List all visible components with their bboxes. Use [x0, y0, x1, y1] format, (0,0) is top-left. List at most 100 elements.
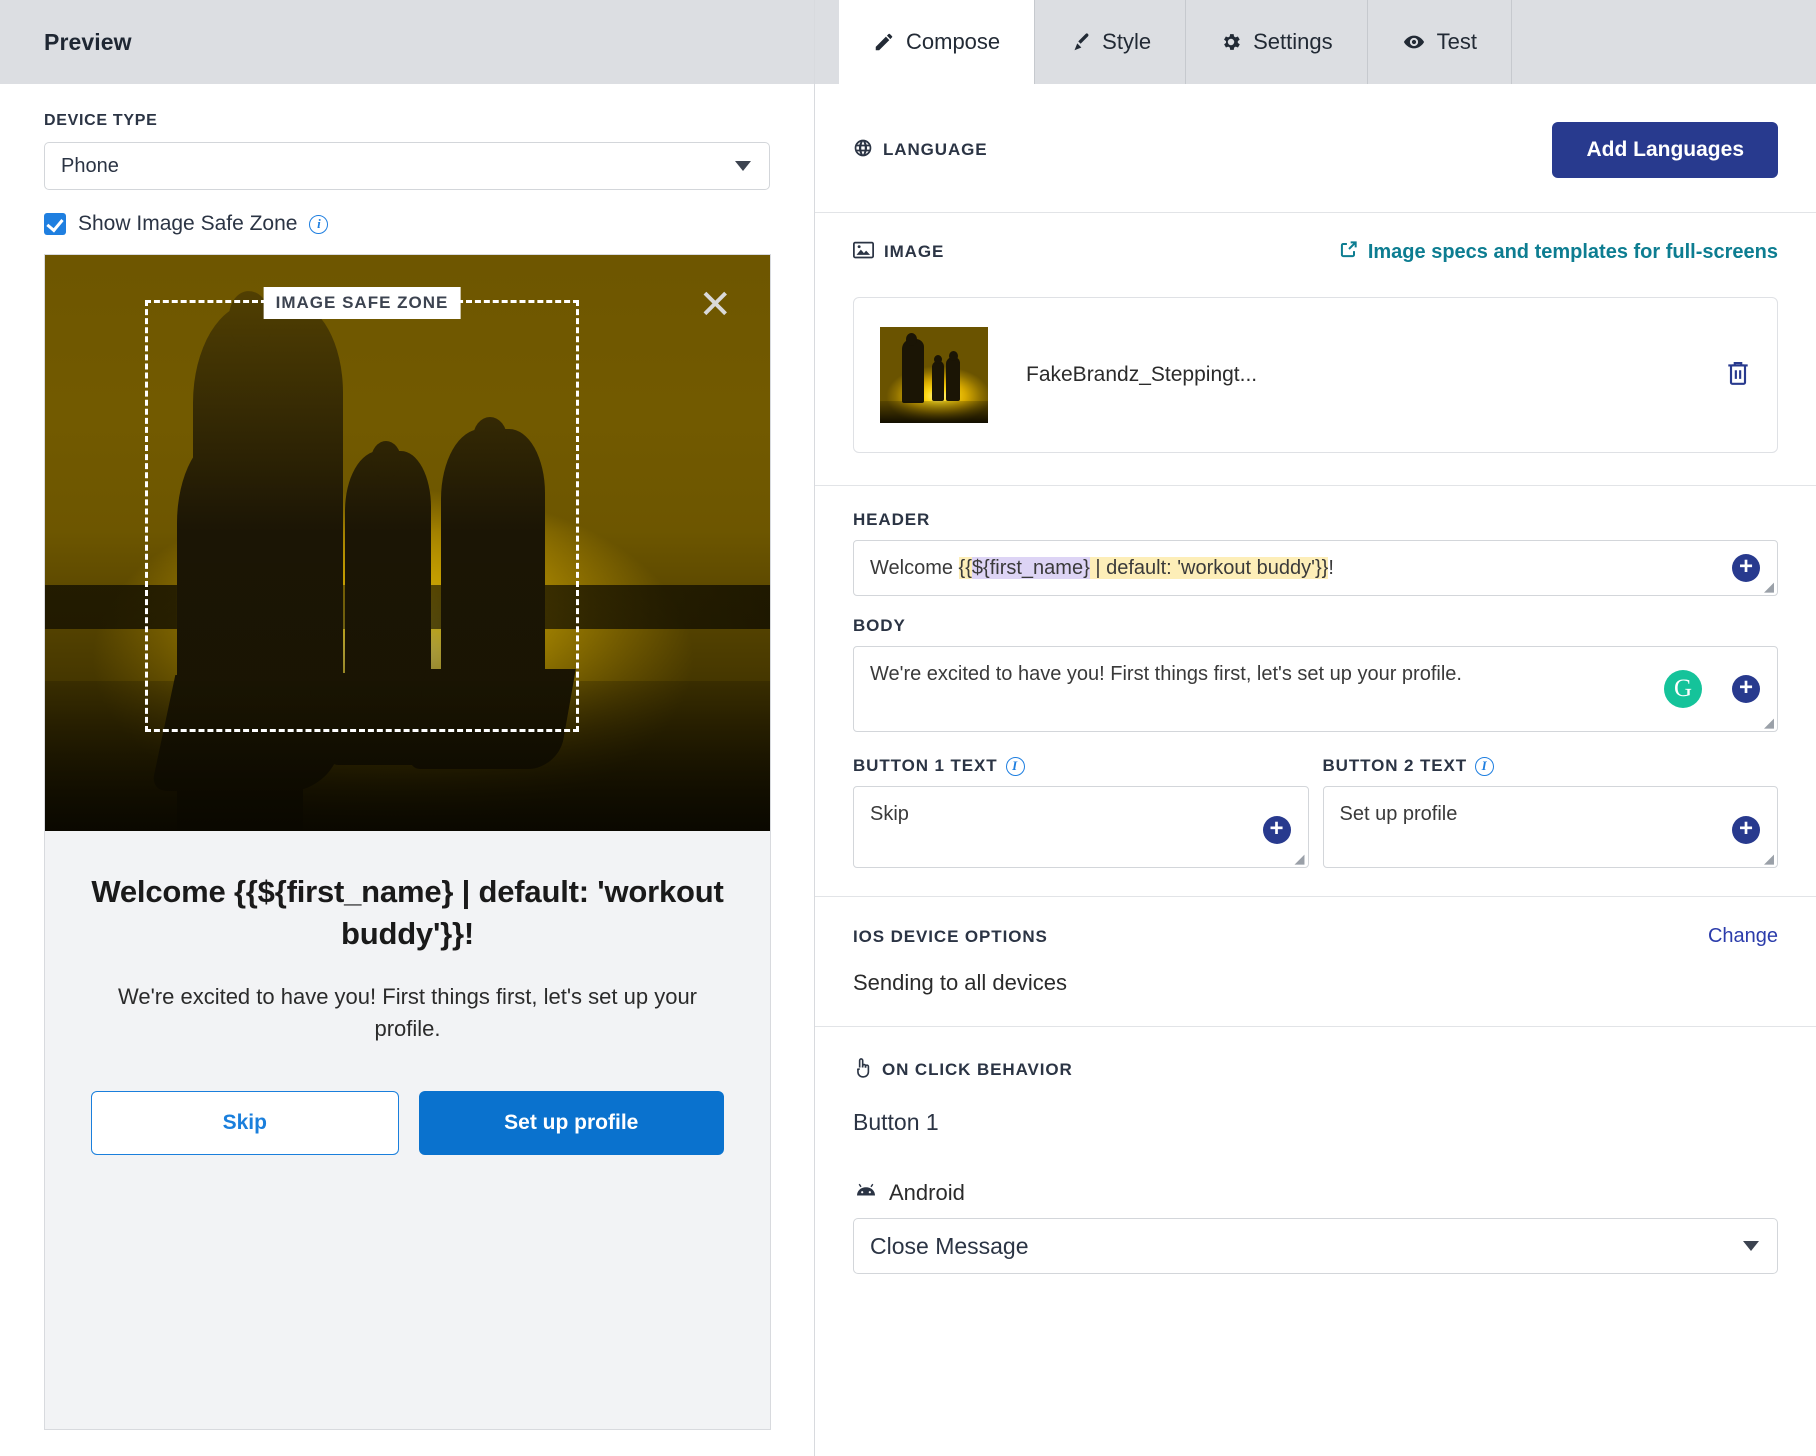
close-icon[interactable]: ✕ — [698, 285, 732, 325]
resize-handle[interactable]: ◢ — [1764, 580, 1774, 593]
header-liquid-open: {{ — [959, 557, 972, 579]
preview-panel: Preview DEVICE TYPE Phone Show Image Saf… — [0, 0, 815, 1456]
page-title: Preview — [44, 29, 132, 56]
image-asset-card[interactable]: FakeBrandz_Steppingt... — [853, 297, 1778, 453]
phone-preview: IMAGE SAFE ZONE ✕ Welcome {{${first_name… — [44, 254, 771, 1430]
plus-circle-icon[interactable]: + — [1732, 554, 1760, 582]
link-label: Image specs and templates for full-scree… — [1368, 241, 1778, 264]
preview-controls: DEVICE TYPE Phone Show Image Safe Zone i — [0, 84, 814, 254]
show-safe-zone-row[interactable]: Show Image Safe Zone i — [44, 212, 770, 236]
header-input-value: Welcome {{${first_name} | default: 'work… — [854, 541, 1777, 595]
show-safe-zone-label: Show Image Safe Zone — [78, 212, 297, 236]
image-safe-zone-overlay: IMAGE SAFE ZONE — [145, 300, 579, 732]
on-click-button-label: Button 1 — [853, 1109, 1778, 1136]
tab-compose[interactable]: Compose — [839, 0, 1035, 84]
preview-message-body: Welcome {{${first_name} | default: 'work… — [45, 831, 770, 1155]
tabs-leading-spacer — [815, 0, 839, 84]
button1-input-wrap: Skip ◢ + — [853, 786, 1309, 868]
header-input[interactable]: Welcome {{${first_name} | default: 'work… — [853, 540, 1778, 596]
button2-field-label: BUTTON 2 TEXT i — [1323, 756, 1779, 776]
header-text-suffix: ! — [1328, 557, 1334, 579]
section-title-label: LANGUAGE — [883, 140, 987, 160]
language-section-title: LANGUAGE — [853, 138, 987, 163]
device-type-value: Phone — [61, 155, 119, 178]
info-icon[interactable]: i — [1475, 757, 1494, 776]
plus-circle-icon[interactable]: + — [1263, 816, 1291, 844]
device-type-label: DEVICE TYPE — [44, 112, 770, 130]
paintbrush-icon — [1069, 31, 1091, 53]
tab-test[interactable]: Test — [1368, 0, 1512, 84]
button2-field: BUTTON 2 TEXT i Set up profile ◢ + — [1323, 756, 1779, 868]
platform-label: Android — [889, 1180, 965, 1206]
image-header-row: IMAGE Image specs and templates for full… — [853, 239, 1778, 265]
preview-panel-header: Preview — [0, 0, 814, 84]
button1-field-label: BUTTON 1 TEXT i — [853, 756, 1309, 776]
body-input-wrap: We're excited to have you! First things … — [853, 646, 1778, 732]
preview-message-buttons: Skip Set up profile — [91, 1091, 724, 1155]
chevron-down-icon — [1743, 1241, 1759, 1251]
on-click-behavior-title: ON CLICK BEHAVIOR — [853, 1057, 1778, 1083]
tab-label: Settings — [1253, 29, 1333, 55]
editor-tabs: Compose Style Settings — [815, 0, 1816, 84]
body-input-value: We're excited to have you! First things … — [854, 647, 1777, 701]
on-click-action-select[interactable]: Close Message — [853, 1218, 1778, 1274]
tab-style[interactable]: Style — [1035, 0, 1186, 84]
button-text-fields: BUTTON 1 TEXT i Skip ◢ + BUTTON 2 TEXT — [853, 756, 1778, 868]
tab-label: Style — [1102, 29, 1151, 55]
trash-icon[interactable] — [1725, 359, 1751, 392]
gear-icon — [1220, 31, 1242, 53]
image-section: IMAGE Image specs and templates for full… — [815, 213, 1816, 486]
header-liquid-variable: ${first_name} — [972, 557, 1090, 579]
change-link[interactable]: Change — [1708, 925, 1778, 948]
button2-input-wrap: Set up profile ◢ + — [1323, 786, 1779, 868]
label-text: BUTTON 1 TEXT — [853, 756, 998, 776]
plus-circle-icon[interactable]: + — [1732, 675, 1760, 703]
resize-handle[interactable]: ◢ — [1764, 716, 1774, 729]
section-title-label: IMAGE — [884, 242, 944, 262]
chevron-down-icon — [735, 161, 751, 171]
language-section: LANGUAGE Add Languages — [815, 84, 1816, 213]
preview-button-1[interactable]: Skip — [91, 1091, 399, 1155]
android-icon — [853, 1182, 879, 1205]
header-liquid-filter: | default: 'workout buddy'}} — [1090, 557, 1329, 579]
button1-input[interactable]: Skip ◢ — [853, 786, 1309, 868]
on-click-action-value: Close Message — [870, 1233, 1029, 1260]
body-field-label: BODY — [853, 616, 1778, 636]
globe-icon — [853, 138, 873, 163]
campaign-composer: Preview DEVICE TYPE Phone Show Image Saf… — [0, 0, 1816, 1456]
tab-label: Compose — [906, 29, 1000, 55]
add-languages-button[interactable]: Add Languages — [1552, 122, 1778, 178]
header-text-prefix: Welcome — [870, 557, 959, 579]
preview-message-text: We're excited to have you! First things … — [91, 981, 724, 1045]
button2-input-value: Set up profile — [1324, 787, 1778, 841]
info-icon[interactable]: i — [309, 215, 328, 234]
label-text: BUTTON 2 TEXT — [1323, 756, 1468, 776]
resize-handle[interactable]: ◢ — [1764, 852, 1774, 865]
editor-panel: Compose Style Settings — [815, 0, 1816, 1456]
image-specs-link[interactable]: Image specs and templates for full-scree… — [1339, 239, 1778, 265]
resize-handle[interactable]: ◢ — [1295, 852, 1305, 865]
text-content-section: HEADER Welcome {{${first_name} | default… — [815, 486, 1816, 897]
button1-field: BUTTON 1 TEXT i Skip ◢ + — [853, 756, 1309, 868]
show-safe-zone-checkbox[interactable] — [44, 213, 66, 235]
header-input-wrap: Welcome {{${first_name} | default: 'work… — [853, 540, 1778, 596]
preview-message-title: Welcome {{${first_name} | default: 'work… — [91, 871, 724, 955]
eye-icon — [1402, 31, 1426, 53]
button2-input[interactable]: Set up profile ◢ — [1323, 786, 1779, 868]
device-type-select[interactable]: Phone — [44, 142, 770, 190]
info-icon[interactable]: i — [1006, 757, 1025, 776]
external-link-icon — [1339, 239, 1359, 265]
button1-input-value: Skip — [854, 787, 1308, 841]
ios-options-header-row: IOS DEVICE OPTIONS Change — [853, 925, 1778, 948]
language-header-row: LANGUAGE Add Languages — [853, 122, 1778, 178]
ios-device-options-section: IOS DEVICE OPTIONS Change Sending to all… — [815, 897, 1816, 1027]
preview-button-2[interactable]: Set up profile — [419, 1091, 725, 1155]
pencil-icon — [873, 31, 895, 53]
on-click-behavior-section: ON CLICK BEHAVIOR Button 1 Android Close… — [815, 1027, 1816, 1274]
body-input[interactable]: We're excited to have you! First things … — [853, 646, 1778, 732]
plus-circle-icon[interactable]: + — [1732, 816, 1760, 844]
preview-hero-image: IMAGE SAFE ZONE ✕ — [45, 255, 770, 831]
tab-settings[interactable]: Settings — [1186, 0, 1368, 84]
grammarly-icon[interactable]: G — [1664, 670, 1702, 708]
tab-label: Test — [1437, 29, 1477, 55]
